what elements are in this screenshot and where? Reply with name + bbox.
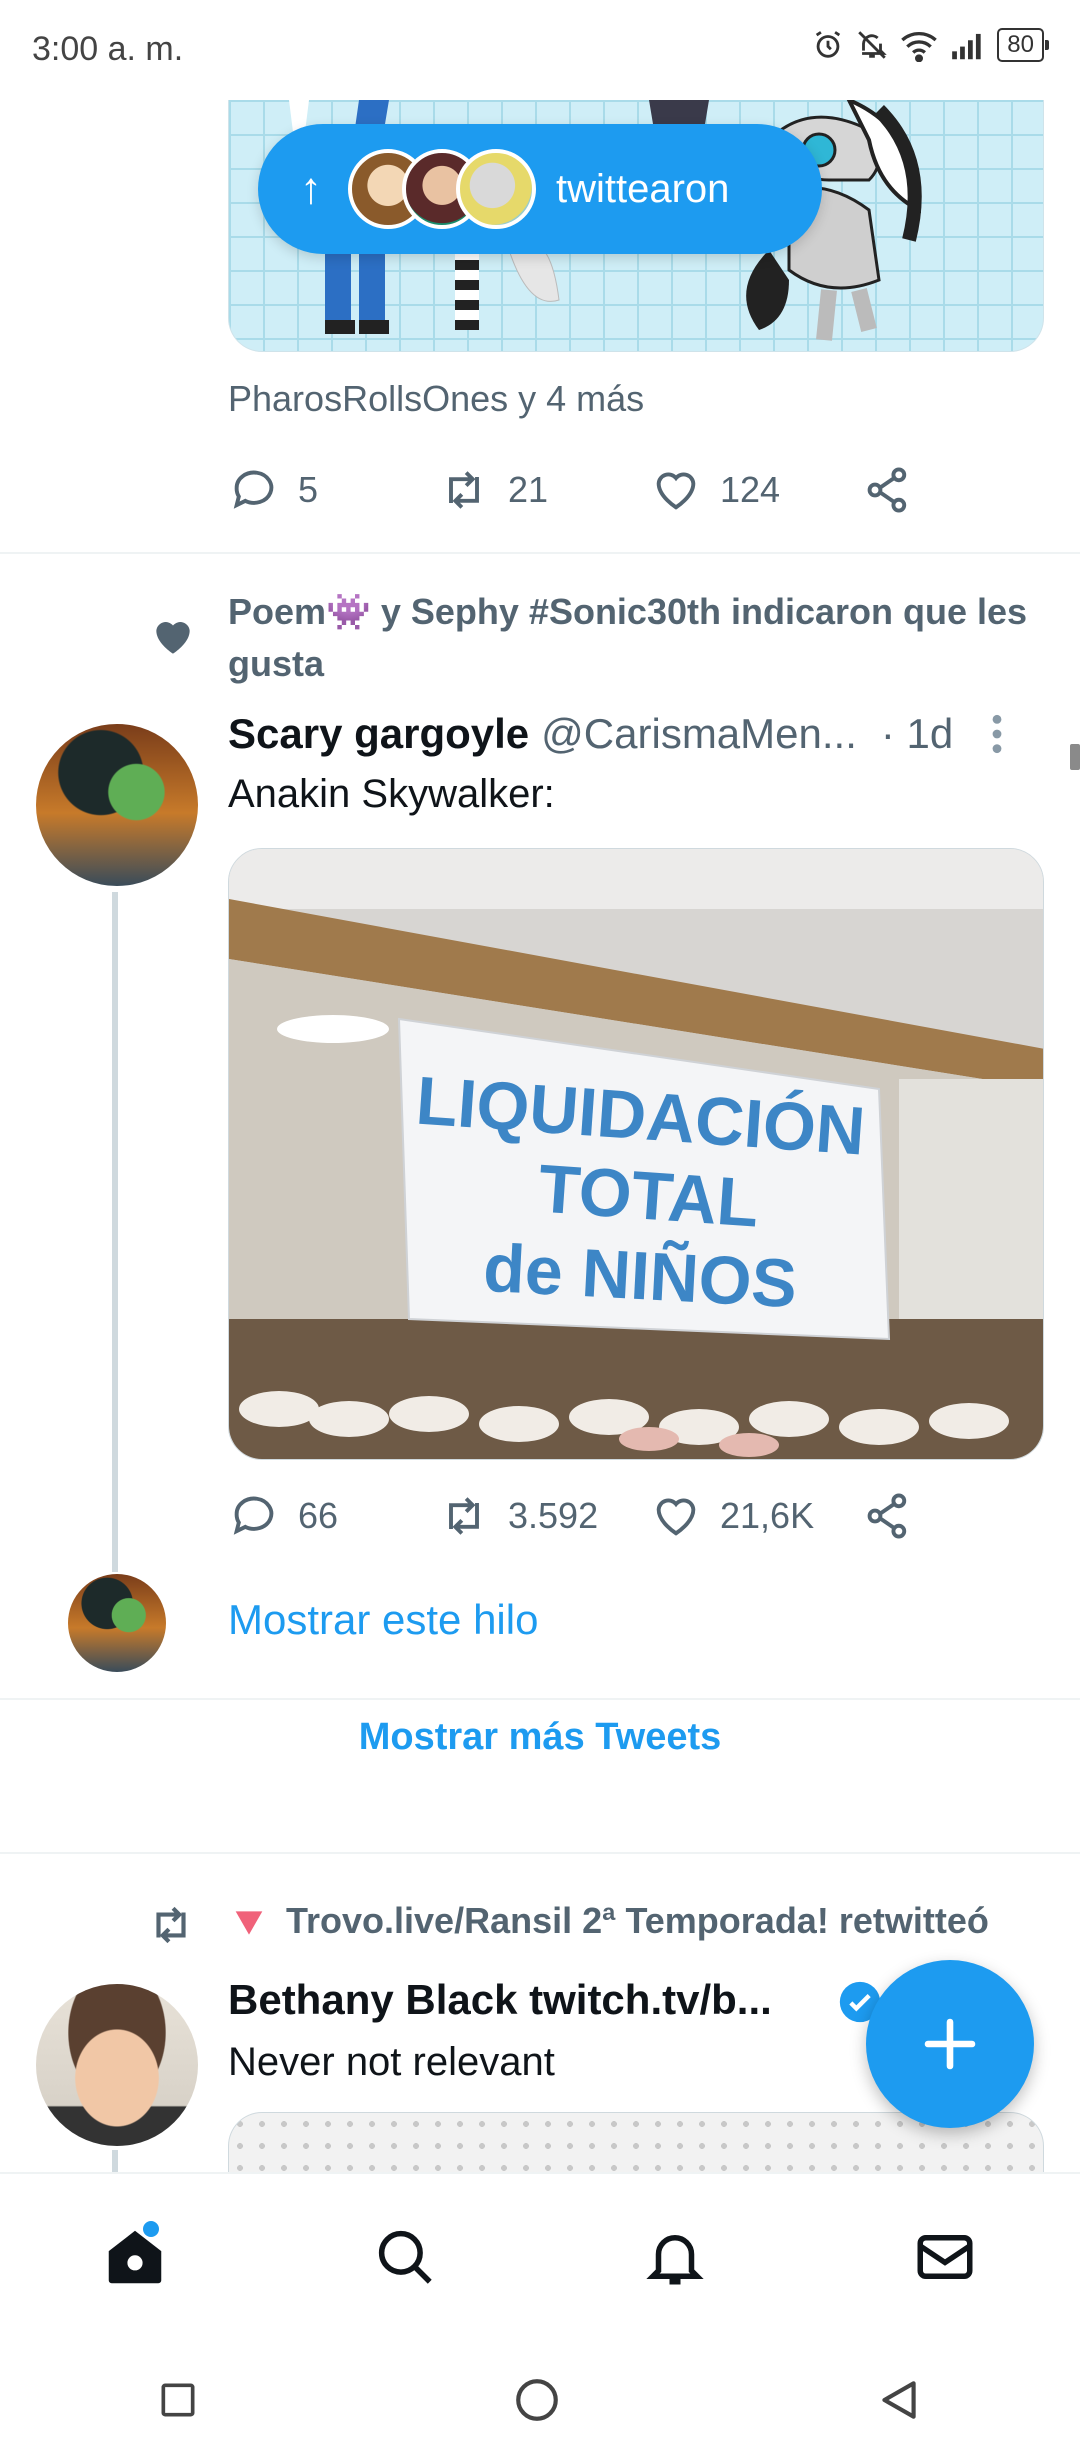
- system-nav-bar: [0, 2340, 1080, 2460]
- show-thread-link[interactable]: Mostrar este hilo: [228, 1596, 538, 1644]
- store-sign-photo: LIQUIDACIÓN TOTAL de NIÑOS: [229, 849, 1043, 1459]
- status-time: 3:00 a. m.: [32, 30, 184, 68]
- next-avatar[interactable]: [36, 1984, 198, 2146]
- next-thread-line: [112, 2150, 118, 2172]
- new-tweets-pill[interactable]: ↑ twittearon: [258, 124, 822, 254]
- retweet-button[interactable]: 21: [438, 464, 650, 516]
- share-icon: [867, 1493, 907, 1539]
- sign-line-2: TOTAL: [536, 1150, 761, 1241]
- home-circle-icon[interactable]: [512, 2375, 562, 2425]
- reply-count: 5: [298, 469, 319, 510]
- liked-by-text[interactable]: PharosRollsOnes y 4 más: [228, 378, 644, 420]
- battery-indicator: 80: [997, 28, 1049, 62]
- section-divider: [0, 1852, 1080, 1854]
- heart-filled-icon: [156, 622, 190, 654]
- like-count: 124: [720, 469, 781, 510]
- tweet-actions: 66 3.592 21,6K: [228, 1490, 914, 1542]
- notification-dot: [143, 2221, 159, 2237]
- status-bar: 3:00 a. m. 80: [0, 0, 1080, 100]
- reply-icon: [233, 1496, 274, 1535]
- heart-icon: [656, 1498, 696, 1536]
- pill-avatar-3: [456, 149, 536, 229]
- tweet-time[interactable]: · 1d: [881, 710, 953, 758]
- retweet-button[interactable]: 3.592: [438, 1490, 650, 1542]
- triangle-icon: [235, 1911, 263, 1935]
- like-count: 21,6K: [720, 1495, 815, 1536]
- wifi-icon: [901, 32, 938, 62]
- tweet-header: Scary gargoyle @CarismaMen... · 1d: [228, 710, 1028, 758]
- mail-icon: [917, 2235, 973, 2279]
- next-author-name[interactable]: Bethany Black twitch.tv/b...: [228, 1976, 772, 2024]
- share-button[interactable]: [862, 1490, 914, 1542]
- like-button[interactable]: 124: [650, 464, 862, 516]
- reply-button[interactable]: 5: [228, 464, 438, 516]
- retweet-icon: [449, 471, 479, 509]
- share-button[interactable]: [862, 464, 914, 516]
- author-name[interactable]: Scary gargoyle: [228, 710, 529, 758]
- avatar[interactable]: [36, 724, 198, 886]
- tweet-divider: [0, 552, 1080, 554]
- more-options-icon[interactable]: [989, 712, 1005, 756]
- tab-search[interactable]: [345, 2197, 465, 2317]
- heart-icon: [656, 472, 696, 510]
- status-icons: 80: [811, 28, 1049, 62]
- arrow-up-icon: ↑: [300, 164, 322, 213]
- previous-tweet-actions: 5 21 124: [228, 464, 914, 516]
- show-more-tweets-link[interactable]: Mostrar más Tweets: [0, 1716, 1080, 1759]
- mute-icon: [858, 31, 888, 59]
- tweet-text: Anakin Skywalker:: [228, 772, 555, 816]
- recents-icon[interactable]: [156, 2378, 200, 2422]
- retweet-icon: [449, 1497, 479, 1535]
- tweet-photo[interactable]: LIQUIDACIÓN TOTAL de NIÑOS: [228, 848, 1044, 1460]
- reply-icon: [233, 470, 274, 509]
- liked-context[interactable]: Poem👾 y Sephy #Sonic30th indicaron que l…: [228, 586, 1048, 690]
- scrollbar-thumb[interactable]: [1070, 744, 1080, 770]
- bell-icon: [646, 2235, 704, 2285]
- reply-count: 66: [298, 1495, 339, 1536]
- retweet-count: 21: [508, 469, 549, 510]
- pill-label: twittearon: [556, 166, 730, 211]
- plus-icon: [924, 2018, 976, 2070]
- tab-messages[interactable]: [885, 2197, 1005, 2317]
- retweet-icon: [156, 1906, 186, 1944]
- tab-home[interactable]: [75, 2197, 195, 2317]
- retweet-count: 3.592: [508, 1495, 599, 1536]
- thread-line: [112, 892, 118, 1572]
- search-icon: [378, 2230, 432, 2284]
- signal-icon: [952, 33, 981, 60]
- section-divider: [0, 1698, 1080, 1700]
- thread-avatar[interactable]: [68, 1574, 166, 1672]
- retweeted-context[interactable]: Trovo.live/Ransil 2ª Temporada! retwitte…: [286, 1900, 989, 1942]
- home-icon: [108, 2230, 162, 2284]
- reply-button[interactable]: 66: [228, 1490, 438, 1542]
- like-button[interactable]: 21,6K: [650, 1490, 862, 1542]
- author-handle[interactable]: @CarismaMen...: [541, 710, 857, 758]
- alarm-icon: [816, 31, 841, 58]
- share-icon: [867, 467, 907, 513]
- compose-tweet-button[interactable]: [866, 1960, 1034, 2128]
- next-tweet-text: Never not relevant: [228, 2040, 555, 2084]
- back-icon[interactable]: [874, 2375, 924, 2425]
- bottom-tab-bar: [0, 2172, 1080, 2340]
- tab-notifications[interactable]: [615, 2197, 735, 2317]
